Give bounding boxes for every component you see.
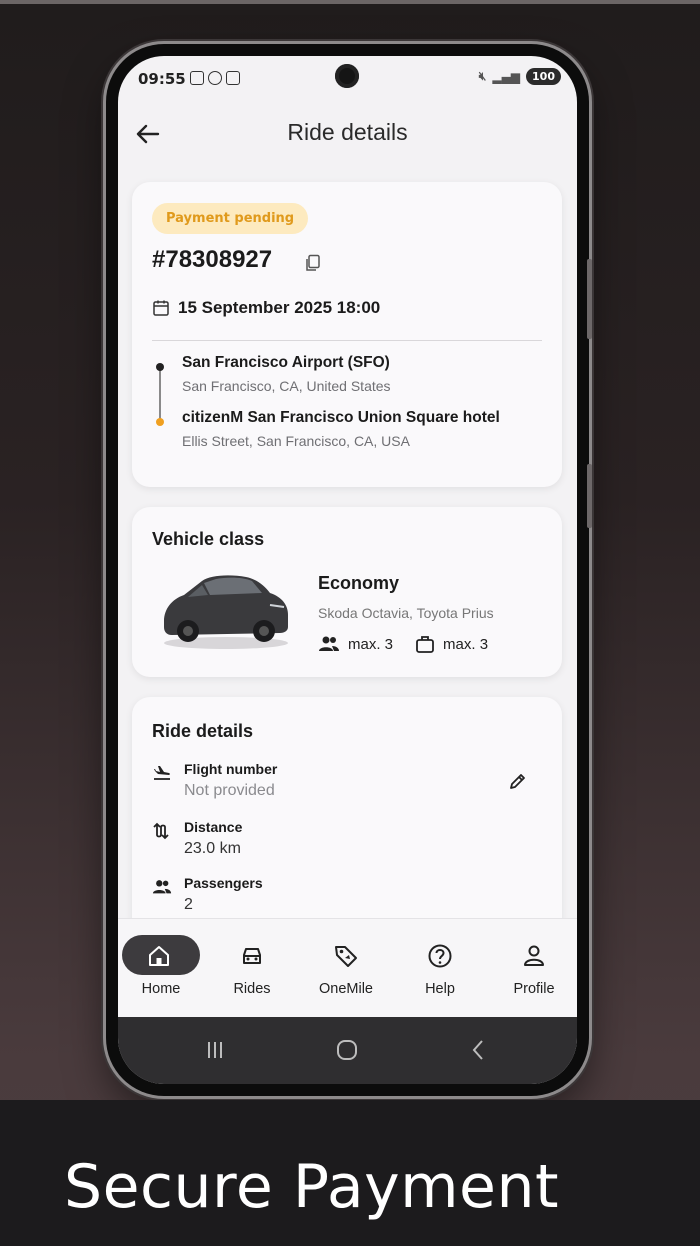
gallery-icon: [226, 71, 240, 85]
back-button-icon[interactable]: [466, 1037, 492, 1063]
flight-number-value: Not provided: [184, 782, 275, 799]
car-image: [164, 575, 288, 649]
phone-frame: 09:55 🔇︎ ▂▄▆ 100 Ride details Payment pe…: [106, 44, 592, 1096]
passengers-icon: [319, 636, 339, 651]
dropoff-name: citizenM San Francisco Union Square hote…: [182, 409, 500, 426]
vehicle-section-title: Vehicle class: [152, 529, 265, 549]
nav-rides-label: Rides: [233, 981, 271, 997]
status-time: 09:55: [138, 70, 186, 88]
status-bar: 09:55 🔇︎ ▂▄▆ 100: [118, 56, 577, 104]
vehicle-class-name: Economy: [318, 573, 400, 593]
passengers-value: 2: [184, 896, 193, 913]
divider: [152, 340, 542, 341]
app-header: Ride details: [118, 112, 577, 162]
luggage-icon: [416, 636, 434, 653]
battery-indicator: 100: [526, 68, 561, 85]
flight-icon: [154, 766, 170, 780]
edit-pencil-icon[interactable]: [508, 771, 528, 791]
signal-icon: ▂▄▆: [492, 69, 521, 84]
copy-icon[interactable]: [304, 254, 322, 272]
date-row: 15 September 2025 18:00: [152, 298, 380, 318]
route-line: [159, 366, 161, 421]
passengers-count-icon: [152, 880, 172, 894]
flight-number-row[interactable]: Flight number Not provided: [152, 761, 277, 800]
nav-profile-label: Profile: [513, 981, 555, 997]
nav-onemile-label: OneMile: [319, 981, 373, 997]
screenshot-icon: [190, 71, 204, 85]
passengers-label: Passengers: [184, 875, 263, 891]
nav-profile[interactable]: Profile: [488, 919, 577, 1018]
car-icon: [243, 948, 261, 964]
nav-help[interactable]: Help: [394, 919, 486, 1018]
capacity-row: max. 3 max. 3: [318, 635, 488, 653]
vehicle-class-card: Vehicle class Economy Skoda Octavia, Toy…: [132, 507, 562, 677]
tag-icon: [335, 946, 357, 967]
recent-apps-icon[interactable]: [202, 1037, 228, 1063]
route-distance-icon: [153, 822, 169, 840]
page-title: Ride details: [287, 119, 408, 145]
phone-screen: 09:55 🔇︎ ▂▄▆ 100 Ride details Payment pe…: [118, 56, 577, 1084]
distance-row: Distance 23.0 km: [152, 819, 242, 858]
pickup-address: San Francisco, CA, United States: [182, 378, 391, 394]
system-navigation-bar: [118, 1017, 577, 1084]
calendar-icon: [153, 300, 169, 316]
front-camera: [335, 64, 359, 88]
distance-value: 23.0 km: [184, 840, 241, 857]
ride-datetime: 15 September 2025 18:00: [178, 298, 381, 317]
home-button-icon[interactable]: [334, 1037, 360, 1063]
dropoff-dot: [156, 418, 164, 426]
dropoff-address: Ellis Street, San Francisco, CA, USA: [182, 433, 410, 449]
status-right: 🔇︎ ▂▄▆ 100: [479, 68, 561, 85]
notification-icons: [190, 71, 240, 85]
ride-summary-card: Payment pending #78308927 15 September 2…: [132, 182, 562, 487]
home-icon: [149, 946, 169, 966]
nav-home-label: Home: [141, 981, 181, 997]
volume-button: [587, 259, 592, 339]
nav-onemile[interactable]: OneMile: [300, 919, 392, 1018]
power-button: [587, 464, 592, 528]
profile-icon: [524, 945, 544, 966]
accessibility-icon: [208, 71, 222, 85]
mute-icon: 🔇︎: [478, 69, 487, 83]
pickup-dot: [156, 363, 164, 371]
nav-home[interactable]: Home: [118, 919, 210, 1018]
top-strip: [0, 0, 700, 4]
bottom-navigation: Home Rides OneMile Help Profile: [118, 918, 577, 1017]
promo-caption: Secure Payment: [64, 1152, 560, 1222]
nav-help-label: Help: [425, 981, 455, 997]
help-icon: [428, 944, 452, 968]
luggage-capacity: max. 3: [443, 635, 489, 653]
nav-rides[interactable]: Rides: [206, 919, 298, 1018]
passengers-row: Passengers 2: [152, 875, 263, 914]
ride-id: #78308927: [152, 246, 273, 273]
flight-number-label: Flight number: [184, 761, 278, 777]
details-section-title: Ride details: [152, 721, 254, 741]
distance-label: Distance: [184, 819, 243, 835]
status-badge: Payment pending: [152, 203, 309, 234]
vehicle-models: Skoda Octavia, Toyota Prius: [318, 605, 494, 621]
passengers-capacity: max. 3: [348, 635, 394, 653]
pickup-name: San Francisco Airport (SFO): [182, 354, 390, 371]
